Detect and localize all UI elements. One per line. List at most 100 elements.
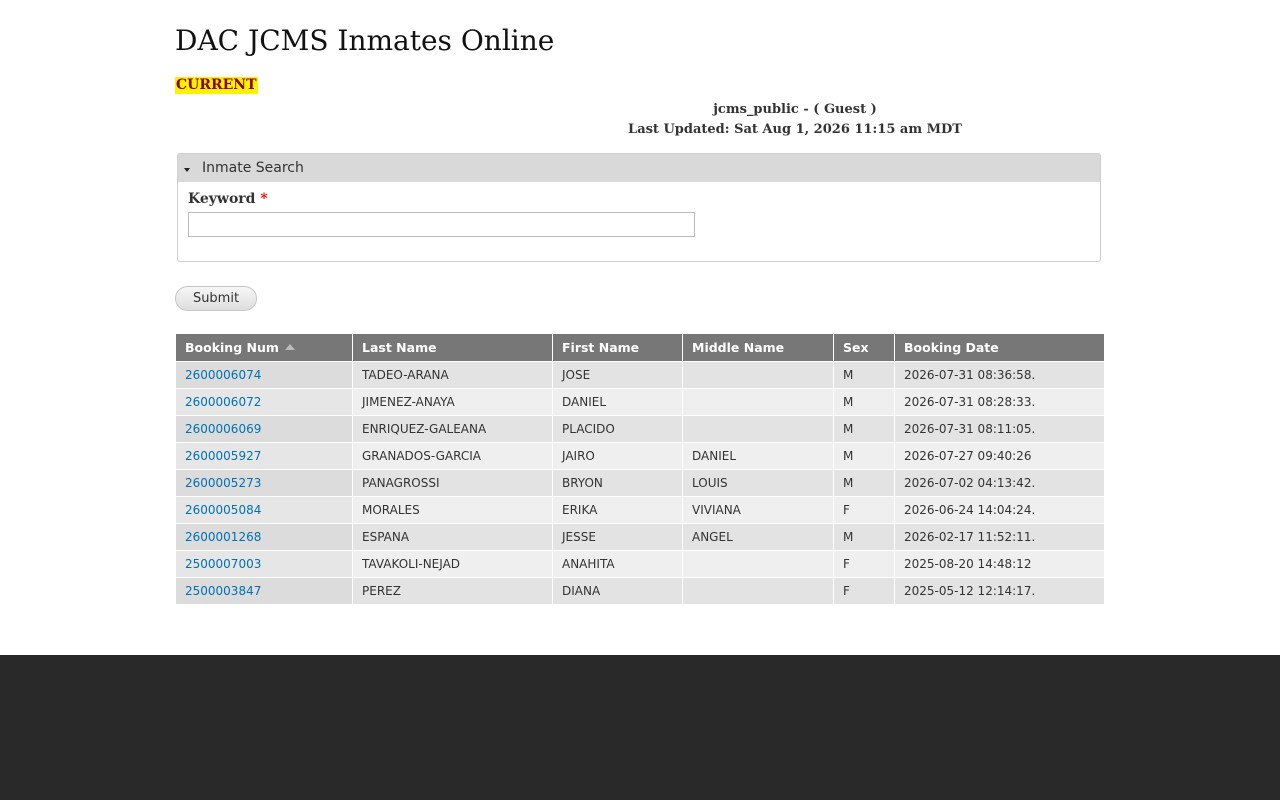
column-header-label: Last Name: [362, 340, 437, 355]
column-header-last-name[interactable]: Last Name: [353, 334, 553, 361]
column-header-label: Booking Num: [185, 340, 279, 355]
booking-number-link[interactable]: 2600006072: [185, 395, 261, 409]
status-badge: CURRENT: [175, 77, 258, 94]
column-header-booking-num[interactable]: Booking Num: [176, 334, 353, 361]
site-title: DAC JCMS Inmates Online: [175, 24, 555, 57]
column-header-label: Middle Name: [692, 340, 785, 355]
table-row: 2600005927 GRANADOS-GARCIA JAIRO DANIEL M 202…: [176, 442, 1104, 469]
cell-booking-date: 2025-05-12 12:14:17.: [895, 577, 1104, 604]
cell-last-name: ESPANA: [353, 523, 553, 550]
cell-last-name: PEREZ: [353, 577, 553, 604]
cell-booking-num: 2600005927: [176, 442, 353, 469]
cell-first-name: JAIRO: [553, 442, 683, 469]
sort-ascending-icon: [284, 344, 295, 350]
booking-number-link[interactable]: 2600001268: [185, 530, 261, 544]
cell-middle-name: [683, 550, 834, 577]
cell-first-name: PLACIDO: [553, 415, 683, 442]
cell-booking-date: 2025-08-20 14:48:12: [895, 550, 1104, 577]
booking-number-link[interactable]: 2600006074: [185, 368, 261, 382]
cell-sex: F: [834, 577, 895, 604]
cell-first-name: JOSE: [553, 361, 683, 388]
table-row: 2600006074 TADEO-ARANA JOSE M 2026-07-31 08:…: [176, 361, 1104, 388]
booking-number-link[interactable]: 2600006069: [185, 422, 261, 436]
cell-first-name: DANIEL: [553, 388, 683, 415]
triangle-down-icon: [184, 167, 190, 172]
cell-first-name: ANAHITA: [553, 550, 683, 577]
cell-last-name: JIMENEZ-ANAYA: [353, 388, 553, 415]
cell-middle-name: LOUIS: [683, 469, 834, 496]
user-name: jcms_public - ( Guest ): [713, 102, 877, 117]
submit-button[interactable]: Submit: [175, 286, 257, 311]
column-header-booking-date[interactable]: Booking Date: [895, 334, 1104, 361]
cell-sex: M: [834, 415, 895, 442]
column-header-label: First Name: [562, 340, 640, 355]
cell-booking-date: 2026-07-27 09:40:26: [895, 442, 1104, 469]
booking-number-link[interactable]: 2600005927: [185, 449, 261, 463]
cell-booking-date: 2026-02-17 11:52:11.: [895, 523, 1104, 550]
booking-number-link[interactable]: 2600005084: [185, 503, 261, 517]
results-table: Booking Num Last Name First Name Middle Nam…: [176, 334, 1104, 604]
cell-middle-name: [683, 415, 834, 442]
cell-last-name: MORALES: [353, 496, 553, 523]
keyword-input[interactable]: [188, 212, 695, 237]
inmate-search-toggle[interactable]: Inmate Search: [178, 154, 1100, 182]
table-row: 2600006072 JIMENEZ-ANAYA DANIEL M 2026-07-31…: [176, 388, 1104, 415]
cell-middle-name: DANIEL: [683, 442, 834, 469]
cell-last-name: GRANADOS-GARCIA: [353, 442, 553, 469]
cell-booking-num: 2600006069: [176, 415, 353, 442]
column-header-first-name[interactable]: First Name: [553, 334, 683, 361]
cell-booking-date: 2026-07-02 04:13:42.: [895, 469, 1104, 496]
table-row: 2600005273 PANAGROSSI BRYON LOUIS M 2026-07-0…: [176, 469, 1104, 496]
booking-number-link[interactable]: 2600005273: [185, 476, 261, 490]
booking-number-link[interactable]: 2500003847: [185, 584, 261, 598]
cell-booking-num: 2500007003: [176, 550, 353, 577]
inmate-search-fieldset: Inmate Search Keyword *: [177, 153, 1101, 262]
cell-booking-date: 2026-07-31 08:11:05.: [895, 415, 1104, 442]
cell-sex: M: [834, 523, 895, 550]
table-row: 2600001268 ESPANA JESSE ANGEL M 2026-02-17 11…: [176, 523, 1104, 550]
footer: [0, 655, 1280, 800]
cell-sex: M: [834, 361, 895, 388]
booking-number-link[interactable]: 2500007003: [185, 557, 261, 571]
table-row: 2500003847 PEREZ DIANA F 2025-05-12 12:14:17…: [176, 577, 1104, 604]
cell-last-name: PANAGROSSI: [353, 469, 553, 496]
cell-booking-num: 2600005273: [176, 469, 353, 496]
column-header-label: Sex: [843, 340, 869, 355]
keyword-label: Keyword *: [188, 191, 268, 207]
cell-middle-name: [683, 361, 834, 388]
cell-first-name: JESSE: [553, 523, 683, 550]
cell-sex: F: [834, 496, 895, 523]
column-header-middle-name[interactable]: Middle Name: [683, 334, 834, 361]
cell-first-name: DIANA: [553, 577, 683, 604]
column-header-sex[interactable]: Sex: [834, 334, 895, 361]
column-header-label: Booking Date: [904, 340, 999, 355]
cell-booking-date: 2026-07-31 08:28:33.: [895, 388, 1104, 415]
cell-middle-name: VIVIANA: [683, 496, 834, 523]
cell-last-name: TADEO-ARANA: [353, 361, 553, 388]
cell-booking-date: 2026-07-31 08:36:58.: [895, 361, 1104, 388]
cell-sex: M: [834, 469, 895, 496]
cell-middle-name: ANGEL: [683, 523, 834, 550]
cell-sex: M: [834, 388, 895, 415]
cell-first-name: ERIKA: [553, 496, 683, 523]
table-row: 2600005084 MORALES ERIKA VIVIANA F 2026-06-24…: [176, 496, 1104, 523]
user-info: jcms_public - ( Guest ) Last Updated: Sa…: [595, 100, 995, 140]
cell-sex: F: [834, 550, 895, 577]
table-row: 2500007003 TAVAKOLI-NEJAD ANAHITA F 2025-08-…: [176, 550, 1104, 577]
table-header-row: Booking Num Last Name First Name Middle Nam…: [176, 334, 1104, 361]
last-updated: Last Updated: Sat Aug 1, 2026 11:15 am M…: [628, 122, 962, 137]
cell-booking-date: 2026-06-24 14:04:24.: [895, 496, 1104, 523]
cell-booking-num: 2600006072: [176, 388, 353, 415]
cell-middle-name: [683, 577, 834, 604]
cell-middle-name: [683, 388, 834, 415]
cell-first-name: BRYON: [553, 469, 683, 496]
cell-booking-num: 2600001268: [176, 523, 353, 550]
cell-sex: M: [834, 442, 895, 469]
cell-booking-num: 2500003847: [176, 577, 353, 604]
table-row: 2600006069 ENRIQUEZ-GALEANA PLACIDO M 2026-0…: [176, 415, 1104, 442]
cell-booking-num: 2600006074: [176, 361, 353, 388]
cell-last-name: TAVAKOLI-NEJAD: [353, 550, 553, 577]
required-marker: *: [260, 191, 268, 207]
table-body: 2600006074 TADEO-ARANA JOSE M 2026-07-31 08:…: [176, 361, 1104, 604]
cell-last-name: ENRIQUEZ-GALEANA: [353, 415, 553, 442]
